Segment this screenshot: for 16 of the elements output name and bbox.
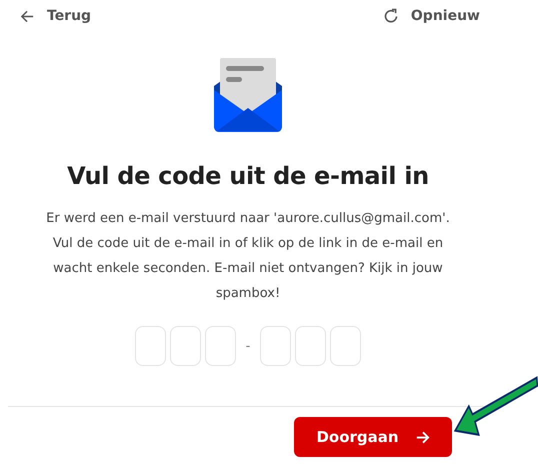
code-digit-field[interactable] [134, 326, 166, 366]
code-digit-field[interactable] [260, 326, 292, 366]
envelope-icon [214, 58, 282, 132]
back-arrow-icon [20, 8, 35, 24]
arrow-right-icon [414, 430, 430, 444]
back-button[interactable]: Terug [20, 8, 92, 24]
continue-button[interactable]: Doorgaan [294, 417, 452, 457]
code-digit-field[interactable] [204, 326, 236, 366]
separator: - [246, 338, 250, 354]
refresh-icon [382, 8, 399, 24]
retry-button[interactable]: Opnieuw [382, 8, 480, 24]
code-digit-field[interactable] [295, 326, 326, 366]
heading: Vul de code uit de e-mail in [67, 162, 429, 190]
instruction-text: Er werd een e-mail verstuurd naar 'aurore.cullus@gmail.com'. Vul de code uit de e-mail in of klik op de link in de e-mail en wacht enkele seconden. E-mail niet ontvangen? Kijk in jouw spambox! [45, 210, 451, 303]
code-digit-field[interactable] [330, 326, 362, 366]
code-digit-field[interactable] [170, 326, 201, 366]
